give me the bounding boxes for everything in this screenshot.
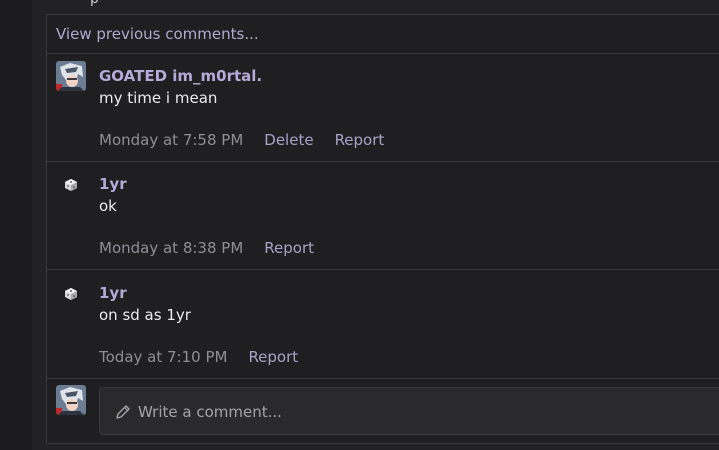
comment-input-placeholder: Write a comment... xyxy=(138,403,282,421)
comment-author[interactable]: 1yr xyxy=(99,284,127,302)
comment-text: my time i mean xyxy=(99,89,218,107)
current-user-avatar xyxy=(56,385,86,415)
dice-avatar-icon[interactable] xyxy=(64,286,78,300)
comment-text: ok xyxy=(99,197,117,215)
comment-meta: Monday at 8:38 PM Report xyxy=(99,239,314,257)
comment-author[interactable]: GOATED im_m0rtal. xyxy=(99,67,262,85)
comments-section: View previous comments... GOATED im_m0rt… xyxy=(46,14,719,444)
user-avatar[interactable] xyxy=(56,61,86,91)
comment-timestamp[interactable]: Monday at 7:58 PM xyxy=(99,131,243,149)
divider xyxy=(47,378,719,379)
comment-item: 1yr on sd as 1yr Today at 7:10 PM Report xyxy=(47,270,719,378)
comment-input[interactable]: Write a comment... xyxy=(99,387,719,435)
comment-meta: Monday at 7:58 PM Delete Report xyxy=(99,131,384,149)
report-button[interactable]: Report xyxy=(335,131,385,149)
comment-item: 1yr ok Monday at 8:38 PM Report xyxy=(47,162,719,270)
comment-author[interactable]: 1yr xyxy=(99,175,127,193)
comment-timestamp[interactable]: Today at 7:10 PM xyxy=(99,348,227,366)
comment-item: GOATED im_m0rtal. my time i mean Monday … xyxy=(47,54,719,162)
left-rail xyxy=(0,0,32,450)
report-button[interactable]: Report xyxy=(264,239,314,257)
pencil-icon xyxy=(116,405,130,419)
comment-text: on sd as 1yr xyxy=(99,306,191,324)
report-button[interactable]: Report xyxy=(248,348,298,366)
dice-avatar-icon[interactable] xyxy=(64,177,78,191)
comment-timestamp[interactable]: Monday at 8:38 PM xyxy=(99,239,243,257)
comment-meta: Today at 7:10 PM Report xyxy=(99,348,298,366)
delete-button[interactable]: Delete xyxy=(264,131,313,149)
clipped-post-text: p xyxy=(90,0,99,7)
view-previous-comments-link[interactable]: View previous comments... xyxy=(56,25,259,43)
